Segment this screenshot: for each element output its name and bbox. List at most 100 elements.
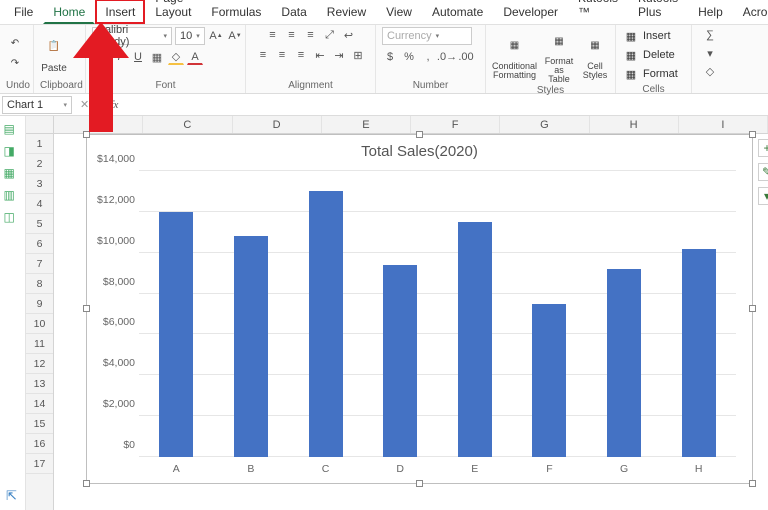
italic-button[interactable]: I: [111, 49, 127, 65]
fx-icon[interactable]: fx: [110, 99, 118, 111]
fill-icon[interactable]: ▾: [702, 45, 718, 61]
row-header[interactable]: 12: [26, 354, 53, 374]
cell-styles-button[interactable]: ▦Cell Styles: [581, 32, 609, 80]
tab-help[interactable]: Help: [688, 0, 733, 24]
redo-icon[interactable]: ↷: [6, 54, 24, 72]
cells-insert-button[interactable]: ▦Insert: [622, 27, 671, 45]
row-header[interactable]: 10: [26, 314, 53, 334]
chart-title[interactable]: Total Sales(2020): [87, 135, 752, 164]
cells-delete-button[interactable]: ▦Delete: [622, 46, 675, 64]
bar[interactable]: [383, 265, 417, 457]
indent-dec-icon[interactable]: ⇤: [312, 47, 328, 63]
tool-icon-5[interactable]: ◫: [4, 210, 22, 226]
resize-handle[interactable]: [83, 131, 90, 138]
resize-handle[interactable]: [83, 305, 90, 312]
chart-elements-button[interactable]: +: [758, 139, 768, 157]
shrink-font-icon[interactable]: A▼: [227, 28, 243, 44]
row-header[interactable]: 9: [26, 294, 53, 314]
select-all-corner[interactable]: [26, 116, 54, 133]
chart-styles-button[interactable]: ✎: [758, 163, 768, 181]
align-center-icon[interactable]: ≡: [274, 47, 290, 63]
align-middle-icon[interactable]: ≡: [284, 27, 300, 43]
enter-icon[interactable]: ✓: [95, 98, 104, 111]
tool-icon-1[interactable]: ▤: [4, 122, 22, 138]
resize-handle[interactable]: [749, 305, 756, 312]
bar[interactable]: [309, 191, 343, 457]
row-header[interactable]: 8: [26, 274, 53, 294]
dec-decimal-icon[interactable]: .00: [458, 49, 474, 65]
resize-handle[interactable]: [749, 480, 756, 487]
row-header[interactable]: 2: [26, 154, 53, 174]
bar[interactable]: [159, 212, 193, 457]
indent-inc-icon[interactable]: ⇥: [331, 47, 347, 63]
tab-developer[interactable]: Developer: [493, 0, 568, 24]
font-color-icon[interactable]: A: [187, 49, 203, 65]
underline-button[interactable]: U: [130, 49, 146, 65]
font-name-combo[interactable]: Calibri (Body)▾: [92, 27, 172, 45]
tool-icon-3[interactable]: ▦: [4, 166, 22, 182]
row-header[interactable]: 16: [26, 434, 53, 454]
bold-button[interactable]: B: [92, 49, 108, 65]
format-as-table-button[interactable]: ▦Format as Table: [543, 27, 575, 84]
align-top-icon[interactable]: ≡: [265, 27, 281, 43]
comma-icon[interactable]: ,: [420, 49, 436, 65]
grow-font-icon[interactable]: A▲: [208, 28, 224, 44]
row-header[interactable]: 11: [26, 334, 53, 354]
tab-kutools-[interactable]: Kutools ™: [568, 0, 628, 24]
bar[interactable]: [532, 304, 566, 457]
column-header[interactable]: H: [590, 116, 679, 133]
row-header[interactable]: 5: [26, 214, 53, 234]
font-size-combo[interactable]: 10▾: [175, 27, 205, 45]
tool-icon-2[interactable]: ◨: [4, 144, 22, 160]
bar[interactable]: [458, 222, 492, 457]
cancel-icon[interactable]: ✕: [80, 98, 89, 111]
tab-insert[interactable]: Insert: [95, 0, 145, 24]
wrap-text-icon[interactable]: ↩: [341, 27, 357, 43]
resize-handle[interactable]: [416, 480, 423, 487]
column-header[interactable]: E: [322, 116, 411, 133]
conditional-formatting-button[interactable]: ▦Conditional Formatting: [492, 32, 537, 80]
tab-review[interactable]: Review: [317, 0, 376, 24]
tool-icon-4[interactable]: ▥: [4, 188, 22, 204]
row-header[interactable]: 1: [26, 134, 53, 154]
column-header[interactable]: D: [233, 116, 322, 133]
row-header[interactable]: 4: [26, 194, 53, 214]
resize-handle[interactable]: [416, 131, 423, 138]
paste-icon[interactable]: 📋: [40, 33, 68, 61]
tab-formulas[interactable]: Formulas: [201, 0, 271, 24]
resize-handle[interactable]: [749, 131, 756, 138]
row-header[interactable]: 3: [26, 174, 53, 194]
border-icon[interactable]: ▦: [149, 49, 165, 65]
tab-acrobat[interactable]: Acrobat: [733, 0, 768, 24]
tab-page-layout[interactable]: Page Layout: [145, 0, 201, 24]
clear-icon[interactable]: ◇: [702, 63, 718, 79]
row-header[interactable]: 13: [26, 374, 53, 394]
resize-handle[interactable]: [83, 480, 90, 487]
tab-view[interactable]: View: [376, 0, 422, 24]
tab-file[interactable]: File: [4, 0, 43, 24]
column-header[interactable]: B: [54, 116, 143, 133]
tab-automate[interactable]: Automate: [422, 0, 493, 24]
bar[interactable]: [682, 249, 716, 457]
number-format-combo[interactable]: Currency▾: [382, 27, 472, 45]
orientation-icon[interactable]: ⤢: [322, 27, 338, 43]
cells-format-button[interactable]: ▦Format: [622, 65, 678, 83]
tab-home[interactable]: Home: [43, 0, 95, 24]
row-header[interactable]: 7: [26, 254, 53, 274]
align-bottom-icon[interactable]: ≡: [303, 27, 319, 43]
merge-icon[interactable]: ⊞: [350, 47, 366, 63]
currency-icon[interactable]: $: [382, 49, 398, 65]
column-header[interactable]: F: [411, 116, 500, 133]
column-header[interactable]: G: [500, 116, 589, 133]
name-box[interactable]: Chart 1▾: [2, 96, 72, 114]
align-right-icon[interactable]: ≡: [293, 47, 309, 63]
undo-icon[interactable]: ↶: [6, 34, 24, 52]
autosum-icon[interactable]: ∑: [702, 27, 718, 43]
bar[interactable]: [234, 236, 268, 457]
tab-kutools-plus[interactable]: Kutools Plus: [628, 0, 688, 24]
row-header[interactable]: 6: [26, 234, 53, 254]
share-icon[interactable]: ⇱: [6, 488, 17, 504]
inc-decimal-icon[interactable]: .0→: [439, 49, 455, 65]
chart-filters-button[interactable]: ▾: [758, 187, 768, 205]
percent-icon[interactable]: %: [401, 49, 417, 65]
